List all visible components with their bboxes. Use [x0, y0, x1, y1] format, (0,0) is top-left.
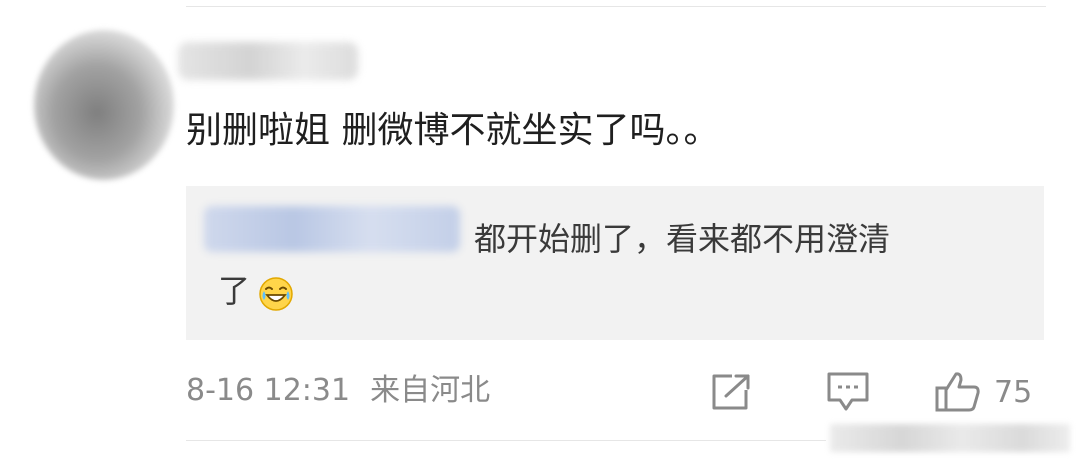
comment-text: 别删啦姐 删微博不就坐实了吗。。	[186, 110, 720, 151]
comment-meta: 8-16 12:31 来自河北	[186, 370, 490, 412]
comment-location: 来自河北	[370, 373, 491, 408]
watermark-redacted	[830, 424, 1070, 452]
top-divider	[186, 6, 1046, 7]
comment-timestamp: 8-16 12:31	[186, 373, 351, 408]
laugh-cry-emoji-icon	[258, 276, 294, 312]
reply-text-line2: 了	[218, 272, 251, 310]
like-button[interactable]: 75	[934, 370, 1032, 414]
reply-text-line1: 都开始删了，看来都不用澄清	[474, 220, 891, 258]
thumbs-up-icon	[934, 370, 982, 414]
like-count: 75	[994, 374, 1033, 410]
share-icon	[708, 372, 754, 412]
username-redacted[interactable]	[178, 42, 358, 80]
reply-username-redacted[interactable]	[204, 206, 460, 252]
share-button[interactable]	[708, 370, 754, 414]
comment-button[interactable]	[826, 370, 870, 414]
reply-box[interactable]: 都开始删了，看来都不用澄清 了	[186, 186, 1044, 340]
bottom-divider	[186, 440, 826, 441]
comment-icon	[826, 371, 870, 413]
avatar[interactable]	[34, 30, 174, 180]
